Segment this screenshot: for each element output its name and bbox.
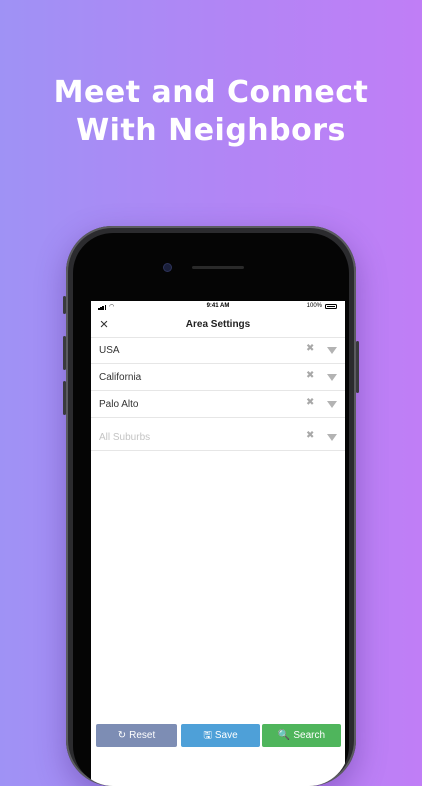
- volume-down-button: [63, 381, 66, 415]
- reset-label: Reset: [129, 730, 156, 741]
- save-icon: 🖫: [203, 730, 212, 741]
- refresh-icon: ↻: [117, 730, 127, 741]
- state-dropdown-icon[interactable]: [327, 374, 337, 381]
- clear-state-icon[interactable]: ✖: [306, 370, 314, 381]
- state-select[interactable]: California ✖: [91, 364, 345, 391]
- suburb-dropdown-icon[interactable]: [327, 434, 337, 441]
- save-button[interactable]: 🖫 Save: [181, 724, 260, 747]
- nav-bar: × Area Settings: [91, 313, 345, 338]
- suburb-select[interactable]: All Suburbs ✖: [91, 418, 345, 451]
- search-label: Search: [293, 730, 326, 741]
- suburb-placeholder: All Suburbs: [99, 432, 151, 443]
- clear-city-icon[interactable]: ✖: [306, 397, 314, 408]
- city-value: Palo Alto: [99, 399, 139, 410]
- reset-button[interactable]: ↻ Reset: [96, 724, 177, 747]
- search-icon: 🔍: [277, 730, 291, 741]
- phone-bezel: ◠ 9:41 AM 100% × Area Settings USA ✖ Cal…: [73, 233, 349, 786]
- country-select[interactable]: USA ✖: [91, 337, 345, 364]
- search-button[interactable]: 🔍 Search: [262, 724, 341, 747]
- headline-line-2: With Neighbors: [76, 113, 346, 148]
- city-dropdown-icon[interactable]: [327, 401, 337, 408]
- page-title: Area Settings: [185, 319, 251, 330]
- volume-up-button: [63, 336, 66, 370]
- clear-country-icon[interactable]: ✖: [306, 343, 314, 354]
- battery-icon: [325, 304, 337, 309]
- action-bar: ↻ Reset 🖫 Save 🔍 Search: [96, 724, 341, 747]
- headline: Meet and Connect With Neighbors: [0, 74, 422, 150]
- state-value: California: [99, 372, 142, 383]
- phone-frame: ◠ 9:41 AM 100% × Area Settings USA ✖ Cal…: [63, 226, 359, 786]
- country-value: USA: [99, 345, 120, 356]
- headline-line-1: Meet and Connect: [53, 75, 369, 110]
- country-dropdown-icon[interactable]: [327, 347, 337, 354]
- earpiece-speaker: [192, 266, 244, 269]
- status-bar: ◠ 9:41 AM 100%: [91, 301, 345, 313]
- save-label: Save: [214, 730, 238, 741]
- battery-percent: 100%: [306, 303, 322, 309]
- app-screen: ◠ 9:41 AM 100% × Area Settings USA ✖ Cal…: [91, 301, 345, 786]
- clear-suburb-icon[interactable]: ✖: [306, 430, 314, 441]
- power-button: [356, 341, 359, 393]
- mute-switch: [63, 296, 66, 314]
- city-select[interactable]: Palo Alto ✖: [91, 391, 345, 418]
- front-camera: [164, 264, 171, 271]
